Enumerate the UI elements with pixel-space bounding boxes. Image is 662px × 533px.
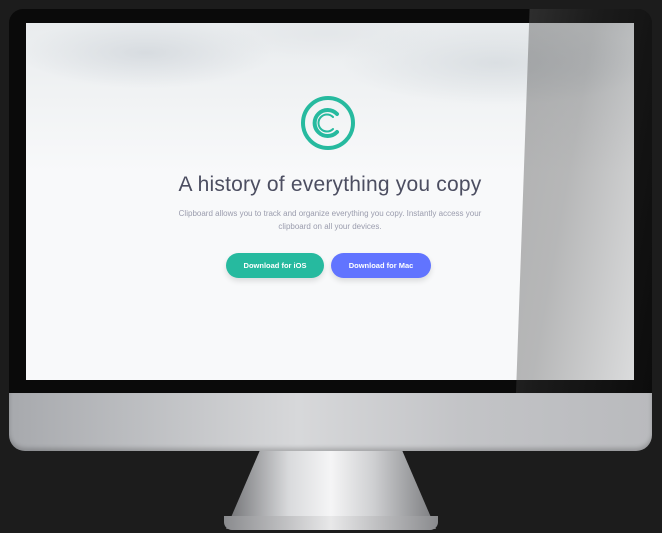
- download-mac-button[interactable]: Download for Mac: [331, 253, 431, 278]
- screen: A history of everything you copy Clipboa…: [26, 23, 634, 380]
- copyright-icon: [301, 96, 355, 150]
- page-subtitle: Clipboard allows you to track and organi…: [178, 209, 482, 231]
- download-ios-button[interactable]: Download for iOS: [226, 253, 324, 278]
- monitor-mockup: A history of everything you copy Clipboa…: [0, 0, 662, 533]
- monitor-stand-base: [224, 516, 438, 530]
- monitor-chin: [9, 393, 652, 451]
- page-title: A history of everything you copy: [178, 173, 482, 196]
